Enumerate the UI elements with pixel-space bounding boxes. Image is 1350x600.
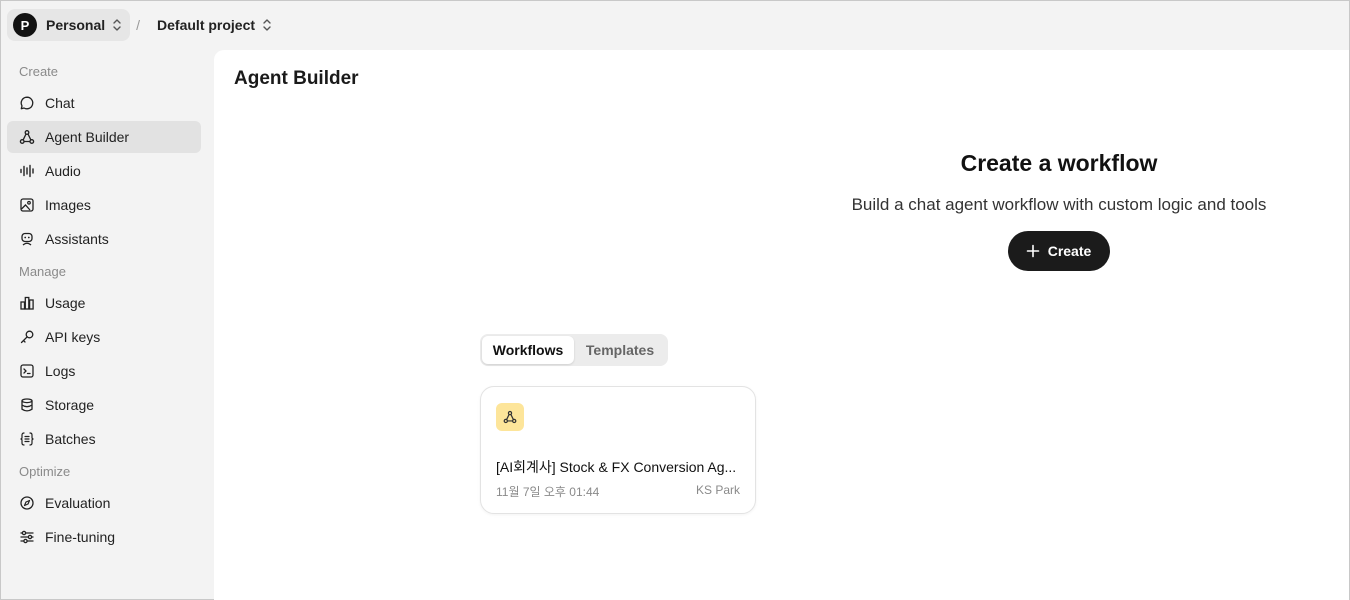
chat-icon (19, 95, 35, 111)
top-bar: P Personal / Default project (1, 1, 1350, 49)
sidebar-item-assistants[interactable]: Assistants (7, 223, 201, 255)
project-switcher[interactable]: Default project (153, 9, 276, 41)
organization-switcher[interactable]: P Personal (7, 9, 131, 41)
sidebar-item-fine-tuning[interactable]: Fine-tuning (7, 521, 201, 553)
hero-title: Create a workflow (960, 150, 1158, 176)
evaluation-icon (19, 495, 35, 511)
workflow-card[interactable]: [AI회계사] Stock & FX Conversion Ag... 11월 … (480, 386, 756, 514)
hero-subtitle: Build a chat agent workflow with custom … (851, 195, 1267, 214)
workflow-card-title: [AI회계사] Stock & FX Conversion Ag... (496, 459, 737, 475)
sidebar-item-label: Batches (45, 431, 96, 447)
page-title: Agent Builder (234, 68, 359, 89)
sidebar-item-evaluation[interactable]: Evaluation (7, 487, 201, 519)
sidebar-item-label: API keys (45, 329, 101, 345)
sidebar-item-label: Usage (45, 295, 86, 311)
organization-name: Personal (46, 17, 106, 33)
section-label-manage: Manage (19, 263, 66, 279)
sidebar-item-label: Assistants (45, 231, 109, 247)
project-name: Default project (157, 17, 256, 33)
sidebar-item-audio[interactable]: Audio (7, 155, 201, 187)
workflow-card-author: KS Park (695, 483, 740, 497)
batches-icon (19, 431, 35, 447)
logs-icon (19, 363, 35, 379)
sidebar-item-logs[interactable]: Logs (7, 355, 201, 387)
breadcrumb-separator: / (136, 17, 141, 33)
sidebar-item-storage[interactable]: Storage (7, 389, 201, 421)
sidebar-item-usage[interactable]: Usage (7, 287, 201, 319)
sidebar-item-label: Logs (45, 363, 76, 379)
agent-builder-icon (19, 129, 35, 145)
sidebar-item-label: Audio (45, 163, 81, 179)
sidebar-item-label: Fine-tuning (45, 529, 116, 545)
create-workflow-button[interactable]: Create (1007, 231, 1111, 271)
sidebar-item-agent-builder[interactable]: Agent Builder (7, 121, 201, 153)
sidebar-item-chat[interactable]: Chat (7, 87, 201, 119)
sidebar-item-api-keys[interactable]: API keys (7, 321, 201, 353)
audio-icon (19, 163, 35, 179)
fine-tuning-icon (19, 529, 35, 545)
storage-icon (19, 397, 35, 413)
plus-icon (1026, 244, 1040, 258)
tab-workflows[interactable]: Workflows (482, 336, 574, 364)
usage-icon (19, 295, 35, 311)
workflow-card-date: 11월 7일 오후 01:44 (496, 485, 600, 499)
workflow-icon (496, 403, 524, 431)
chevron-up-down-icon (112, 18, 122, 32)
sidebar-item-label: Storage (45, 397, 95, 413)
chevron-up-down-icon (262, 18, 272, 32)
key-icon (19, 329, 35, 345)
workflow-tabs: Workflows Templates (480, 334, 668, 366)
sidebar-item-label: Agent Builder (45, 129, 130, 145)
create-workflow-hero: Create a workflow Build a chat agent wor… (814, 150, 1304, 271)
avatar: P (13, 13, 37, 37)
sidebar-item-label: Evaluation (45, 495, 111, 511)
main-content: Agent Builder Create a workflow Build a … (214, 50, 1349, 600)
section-label-optimize: Optimize (19, 463, 71, 479)
create-button-label: Create (1047, 243, 1092, 259)
sidebar-item-label: Chat (45, 95, 75, 111)
sidebar-item-images[interactable]: Images (7, 189, 201, 221)
images-icon (19, 197, 35, 213)
assistants-icon (19, 231, 35, 247)
sidebar-item-batches[interactable]: Batches (7, 423, 201, 455)
sidebar: Create Chat Agent Builder Audio Images A… (1, 49, 213, 600)
sidebar-item-label: Images (45, 197, 91, 213)
tab-templates[interactable]: Templates (574, 336, 666, 364)
section-label-create: Create (19, 63, 59, 79)
